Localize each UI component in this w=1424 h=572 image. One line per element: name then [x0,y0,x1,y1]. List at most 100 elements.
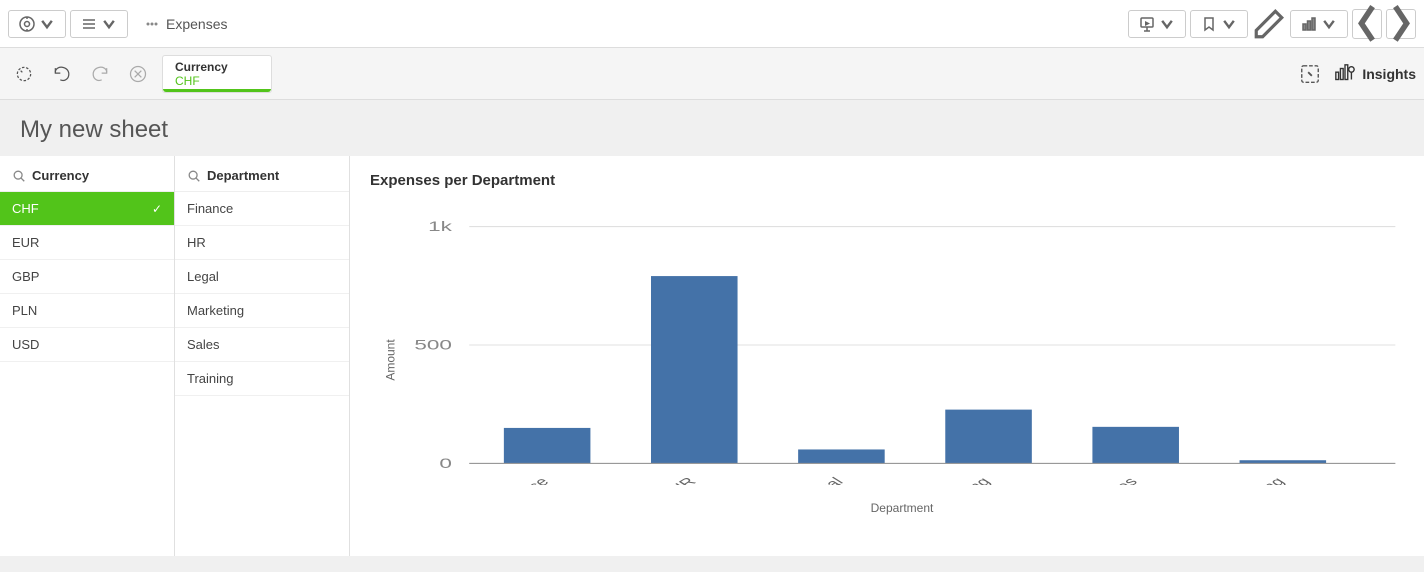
chevron-down-icon-2 [101,16,117,32]
currency-panel: Currency CHF ✓ EUR GBP PLN USD [0,156,175,556]
chart-title: Expenses per Department [370,172,1404,189]
department-list: Finance HR Legal Marketing Sales Training [175,192,349,396]
currency-item-label: GBP [12,269,39,284]
bar-sales [1092,427,1179,464]
currency-item-pln[interactable]: PLN [0,294,174,328]
search-icon [12,169,26,183]
filter-bar-right: Insights [1294,58,1416,90]
currency-item-usd[interactable]: USD [0,328,174,362]
currency-item-chf[interactable]: CHF ✓ [0,192,174,226]
app-dots-icon [144,16,160,32]
forward-selection-button[interactable] [84,58,116,90]
svg-text:500: 500 [414,337,452,353]
currency-list: CHF ✓ EUR GBP PLN USD [0,192,174,362]
nav-back-button[interactable] [1352,9,1382,39]
svg-text:Marketing: Marketing [921,475,995,485]
department-panel-header: Department [175,156,349,192]
department-header-label: Department [207,168,279,183]
department-item-sales[interactable]: Sales [175,328,349,362]
currency-item-label: EUR [12,235,39,250]
department-item-label: HR [187,235,206,250]
top-toolbar: Expenses [0,0,1424,48]
filter-tools [8,58,154,90]
insights-label: Insights [1362,66,1416,82]
svg-text:0: 0 [439,455,452,471]
svg-text:1k: 1k [428,218,453,234]
filter-chip-value: CHF [175,74,259,88]
clear-selection-button[interactable] [122,58,154,90]
chevron-down-icon-5 [1321,16,1337,32]
insights-icon [1334,63,1356,85]
department-item-label: Training [187,371,233,386]
currency-item-label: CHF [12,201,39,216]
selection-mode-button[interactable] [8,58,40,90]
compass-icon [19,16,35,32]
nav-forward-button[interactable] [1386,9,1416,39]
chevron-down-icon-3 [1159,16,1175,32]
department-item-hr[interactable]: HR [175,226,349,260]
bar-hr [651,276,738,463]
currency-item-gbp[interactable]: GBP [0,260,174,294]
currency-item-label: PLN [12,303,37,318]
list-icon [81,16,97,32]
bar-chart-svg: 1k 500 0 Finance HR Legal [400,205,1404,485]
department-item-label: Sales [187,337,220,352]
present-icon [1139,16,1155,32]
department-panel: Department Finance HR Legal Marketing Sales T… [175,156,350,556]
department-item-training[interactable]: Training [175,362,349,396]
x-axis-label: Department [400,501,1404,515]
chevron-right-icon [1387,1,1415,46]
back-selection-button[interactable] [46,58,78,90]
chevron-left-icon [1353,1,1381,46]
svg-text:Sales: Sales [1093,475,1141,485]
currency-item-label: USD [12,337,39,352]
department-item-label: Marketing [187,303,244,318]
bar-legal [798,449,885,463]
redo-icon [90,64,110,84]
filter-chip-label: Currency [175,60,259,74]
chevron-down-icon [39,16,55,32]
list-view-button[interactable] [70,10,128,38]
department-item-marketing[interactable]: Marketing [175,294,349,328]
check-icon: ✓ [152,202,162,216]
svg-text:Legal: Legal [800,475,847,485]
bar-marketing [945,410,1032,464]
toolbar-left: Expenses [8,10,227,38]
chart-panel: Expenses per Department Amount 1k 500 0 [350,156,1424,556]
bar-chart-icon [1301,16,1317,32]
toolbar-right [1128,7,1416,41]
svg-text:HR: HR [666,475,700,485]
undo-icon [52,64,72,84]
sheet-title: My new sheet [20,116,1404,144]
svg-text:Training: Training [1226,475,1289,485]
currency-filter-chip[interactable]: Currency CHF [162,55,272,93]
app-title: Expenses [144,16,227,32]
chevron-down-icon-4 [1221,16,1237,32]
department-item-legal[interactable]: Legal [175,260,349,294]
bookmark-icon [1201,16,1217,32]
clear-icon [128,64,148,84]
chart-button[interactable] [1290,10,1348,38]
insights-button[interactable]: Insights [1334,63,1416,85]
search-icon-2 [187,169,201,183]
currency-item-eur[interactable]: EUR [0,226,174,260]
lasso-icon [1299,63,1321,85]
bar-finance [504,428,591,464]
currency-header-label: Currency [32,168,89,183]
pencil-icon [1252,7,1286,41]
filter-bar: Currency CHF Insights [0,48,1424,100]
sheet-title-bar: My new sheet [0,100,1424,156]
department-item-finance[interactable]: Finance [175,192,349,226]
department-item-label: Finance [187,201,233,216]
smart-search-button[interactable] [1294,58,1326,90]
main-content: Currency CHF ✓ EUR GBP PLN USD Department Fin… [0,156,1424,556]
chart-container: Amount 1k 500 0 [370,205,1404,515]
currency-panel-header: Currency [0,156,174,192]
y-axis-label: Amount [384,339,398,380]
edit-button[interactable] [1252,7,1286,41]
bookmark-button[interactable] [1190,10,1248,38]
app-menu-button[interactable] [8,10,66,38]
lasso-select-icon [14,64,34,84]
department-item-label: Legal [187,269,219,284]
present-button[interactable] [1128,10,1186,38]
